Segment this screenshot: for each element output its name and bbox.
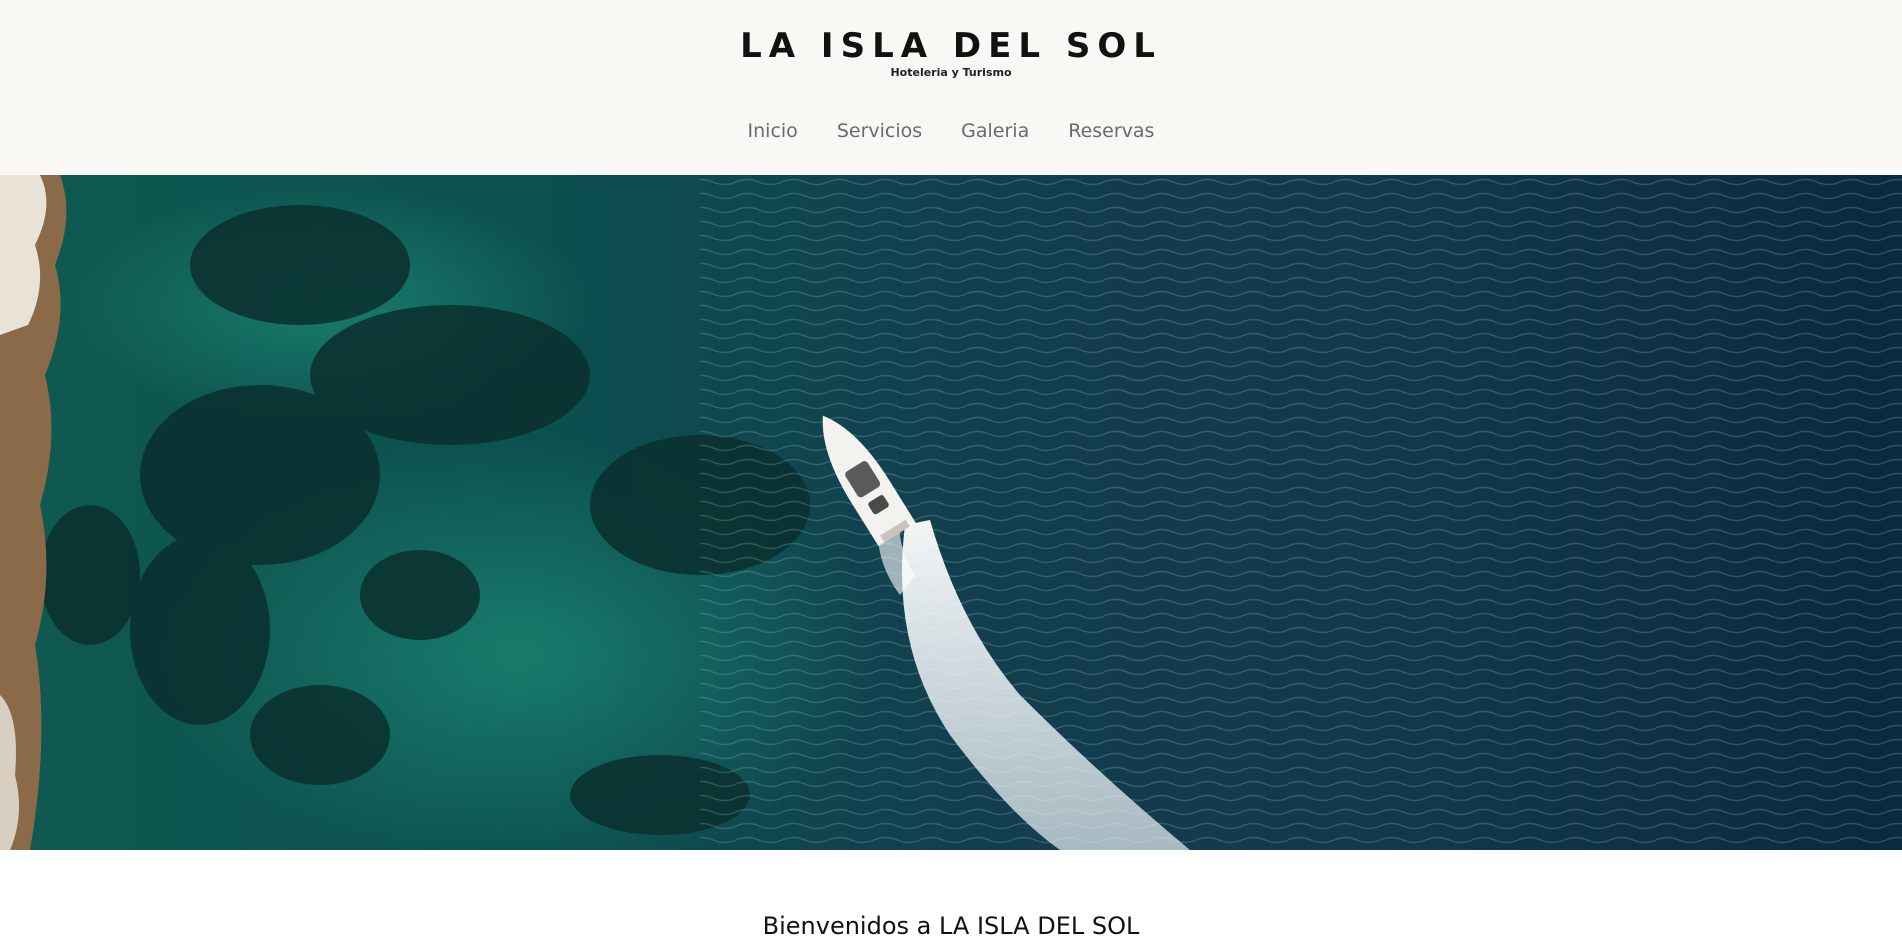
nav-link-servicios[interactable]: Servicios xyxy=(837,118,922,144)
nav-link-reservas[interactable]: Reservas xyxy=(1068,118,1154,144)
nav-link-inicio[interactable]: Inicio xyxy=(748,118,798,144)
welcome-heading: Bienvenidos a LA ISLA DEL SOL xyxy=(762,912,1140,940)
site-subtitle: Hoteleria y Turismo xyxy=(890,66,1012,79)
site-header: LA ISLA DEL SOL Hoteleria y Turismo Inic… xyxy=(0,0,1902,175)
hero-image xyxy=(0,175,1902,850)
site-title[interactable]: LA ISLA DEL SOL xyxy=(0,24,1902,68)
nav-link-galeria[interactable]: Galeria xyxy=(961,118,1029,144)
main-nav: Inicio Servicios Galeria Reservas xyxy=(0,118,1902,144)
hero-ocean-illustration xyxy=(0,175,1902,850)
